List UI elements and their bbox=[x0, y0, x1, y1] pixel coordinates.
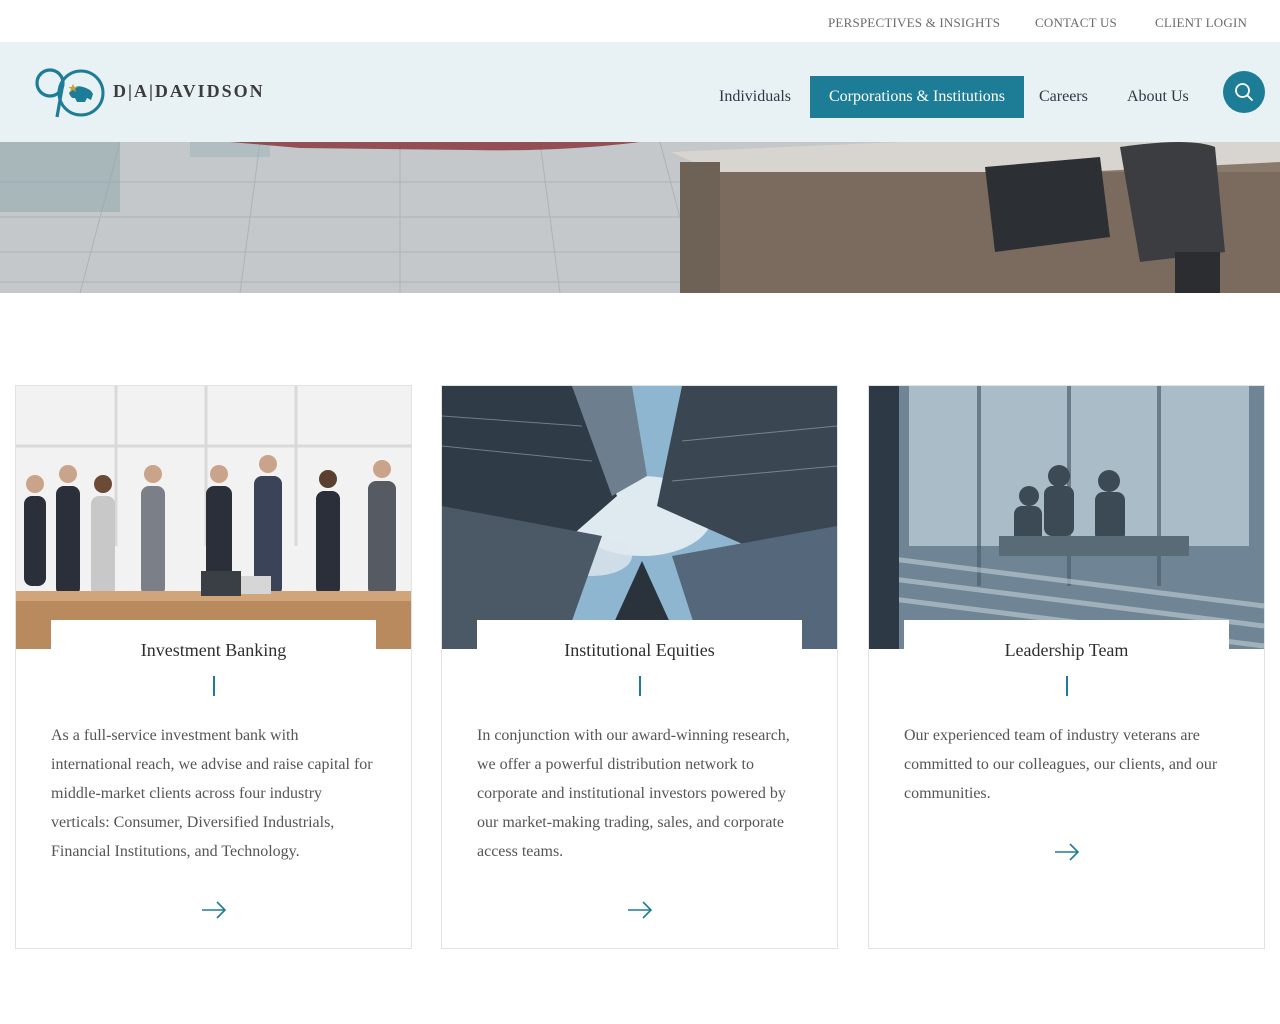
card-description: As a full-service investment bank with i… bbox=[51, 727, 373, 860]
nav-individuals[interactable]: Individuals bbox=[700, 76, 810, 118]
card-investment-banking: Investment Banking As a full-service inv… bbox=[15, 385, 412, 949]
logo-90-mark bbox=[35, 68, 105, 118]
card-divider bbox=[639, 676, 641, 696]
arrow-right-icon[interactable] bbox=[1054, 843, 1080, 861]
card-divider bbox=[213, 676, 215, 696]
card-title: Investment Banking bbox=[51, 620, 376, 680]
investment-banking-image bbox=[16, 386, 411, 649]
card-description: Our experienced team of industry veteran… bbox=[904, 727, 1218, 802]
utility-bar: PERSPECTIVES & INSIGHTS CONTACT US CLIEN… bbox=[0, 0, 1280, 42]
card-title: Institutional Equities bbox=[477, 620, 802, 680]
card-institutional-equities: Institutional Equities In conjunction wi… bbox=[441, 385, 838, 949]
perspectives-insights-link[interactable]: PERSPECTIVES & INSIGHTS bbox=[828, 15, 1000, 31]
card-title: Leadership Team bbox=[904, 620, 1229, 680]
card-title-text: Leadership Team bbox=[1004, 640, 1129, 660]
logo-wordmark: D|A|DAVIDSON bbox=[113, 81, 265, 101]
card-title-text: Investment Banking bbox=[140, 640, 287, 660]
leadership-team-image bbox=[869, 386, 1264, 649]
card-description: In conjunction with our award-winning re… bbox=[477, 727, 790, 860]
main-header: D|A|DAVIDSON Individuals Corporations & … bbox=[0, 42, 1280, 142]
nav-about-us[interactable]: About Us bbox=[1108, 76, 1208, 118]
contact-us-link[interactable]: CONTACT US bbox=[1035, 15, 1117, 31]
arrow-right-icon[interactable] bbox=[627, 901, 653, 919]
nav-careers[interactable]: Careers bbox=[1020, 76, 1107, 118]
card-title-text: Institutional Equities bbox=[564, 640, 715, 660]
hero-image bbox=[0, 142, 1280, 293]
institutional-equities-image bbox=[442, 386, 837, 649]
card-divider bbox=[1066, 676, 1068, 696]
search-icon bbox=[1235, 83, 1253, 101]
search-button[interactable] bbox=[1223, 71, 1265, 113]
client-login-link[interactable]: CLIENT LOGIN bbox=[1155, 15, 1247, 31]
logo[interactable]: D|A|DAVIDSON bbox=[33, 66, 263, 118]
card-leadership-team: Leadership Team Our experienced team of … bbox=[868, 385, 1265, 949]
arrow-right-icon[interactable] bbox=[201, 901, 227, 919]
nav-corporations-institutions[interactable]: Corporations & Institutions bbox=[810, 76, 1024, 118]
